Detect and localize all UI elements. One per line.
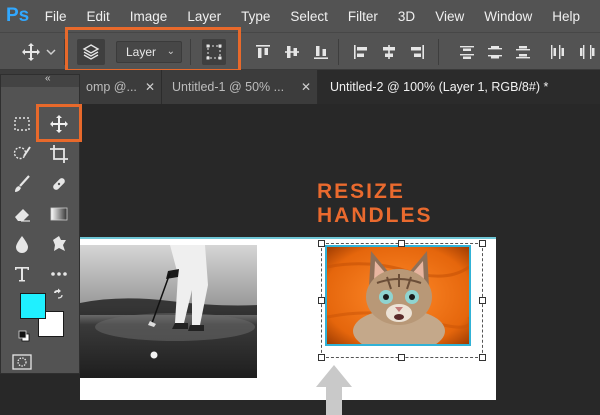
- cat-photo[interactable]: [325, 245, 471, 346]
- menu-type[interactable]: Type: [241, 9, 270, 24]
- dodge-tool-icon[interactable]: [47, 232, 71, 256]
- menu-file[interactable]: File: [45, 9, 67, 24]
- chevron-down-icon[interactable]: [44, 41, 58, 63]
- photoshop-logo: Ps: [6, 5, 30, 26]
- resize-handle-bottom-left[interactable]: [318, 354, 325, 361]
- menu-layer[interactable]: Layer: [187, 9, 221, 24]
- menu-window[interactable]: Window: [484, 9, 532, 24]
- tab-label: Untitled-2 @ 100% (Layer 1, RGB/8#) *: [330, 80, 549, 94]
- crop-tool-icon[interactable]: [47, 142, 71, 166]
- menu-edit[interactable]: Edit: [87, 9, 110, 24]
- resize-handle-top-center[interactable]: [398, 240, 405, 247]
- align-top-edges-icon[interactable]: [252, 41, 274, 63]
- blur-tool-icon[interactable]: [10, 232, 34, 256]
- move-tool-highlight-box: [36, 104, 82, 142]
- document-tab-bar: omp @... ✕ Untitled-1 @ 50% ... ✕ Untitl…: [0, 70, 600, 104]
- tab-untitled-1[interactable]: Untitled-1 @ 50% ... ✕: [162, 70, 318, 104]
- distribute-bottom-icon[interactable]: [512, 41, 534, 63]
- default-colors-icon[interactable]: [17, 329, 31, 343]
- collapse-panel-icon[interactable]: «: [45, 73, 50, 84]
- resize-handle-top-left[interactable]: [318, 240, 325, 247]
- type-tool-icon[interactable]: [10, 262, 34, 286]
- golf-photo[interactable]: [80, 245, 257, 378]
- more-tools-icon[interactable]: [47, 262, 71, 286]
- distribute-horizontal-centers-icon[interactable]: [576, 41, 598, 63]
- tab-untitled-2[interactable]: Untitled-2 @ 100% (Layer 1, RGB/8#) *: [318, 70, 600, 104]
- resize-handle-bottom-center[interactable]: [398, 354, 405, 361]
- close-icon[interactable]: ✕: [145, 70, 155, 104]
- tab-label: Untitled-1 @ 50% ...: [172, 80, 285, 94]
- close-icon[interactable]: ✕: [301, 70, 311, 104]
- menu-filter[interactable]: Filter: [348, 9, 378, 24]
- resize-handle-middle-left[interactable]: [318, 297, 325, 304]
- align-bottom-edges-icon[interactable]: [310, 41, 332, 63]
- quick-selection-tool-icon[interactable]: [10, 142, 34, 166]
- menu-select[interactable]: Select: [290, 9, 328, 24]
- distribute-left-icon[interactable]: [546, 41, 568, 63]
- menu-3d[interactable]: 3D: [398, 9, 415, 24]
- menu-image[interactable]: Image: [130, 9, 168, 24]
- menu-help[interactable]: Help: [552, 9, 580, 24]
- options-highlight-box: [65, 27, 241, 72]
- align-horizontal-centers-icon[interactable]: [378, 41, 400, 63]
- move-tool-preset-icon[interactable]: [20, 41, 42, 63]
- quick-mask-icon[interactable]: [10, 353, 34, 371]
- pointer-arrow-icon: [314, 363, 354, 415]
- align-right-edges-icon[interactable]: [406, 41, 428, 63]
- resize-handle-bottom-right[interactable]: [479, 354, 486, 361]
- foreground-color-swatch[interactable]: [20, 293, 46, 319]
- align-vertical-centers-icon[interactable]: [281, 41, 303, 63]
- tools-panel-header[interactable]: «: [1, 73, 79, 87]
- marquee-tool-icon[interactable]: [10, 112, 34, 136]
- resize-handles-annotation: RESIZE HANDLES: [317, 180, 433, 227]
- gradient-tool-icon[interactable]: [47, 202, 71, 226]
- resize-handle-middle-right[interactable]: [479, 297, 486, 304]
- swap-colors-icon[interactable]: [51, 287, 65, 301]
- distribute-top-icon[interactable]: [456, 41, 478, 63]
- healing-brush-tool-icon[interactable]: [47, 172, 71, 196]
- distribute-vertical-centers-icon[interactable]: [484, 41, 506, 63]
- tab-label: omp @...: [86, 80, 137, 94]
- eraser-tool-icon[interactable]: [10, 202, 34, 226]
- tab-omp[interactable]: omp @... ✕: [80, 70, 162, 104]
- resize-handle-top-right[interactable]: [479, 240, 486, 247]
- menu-view[interactable]: View: [435, 9, 464, 24]
- align-left-edges-icon[interactable]: [350, 41, 372, 63]
- brush-tool-icon[interactable]: [10, 172, 34, 196]
